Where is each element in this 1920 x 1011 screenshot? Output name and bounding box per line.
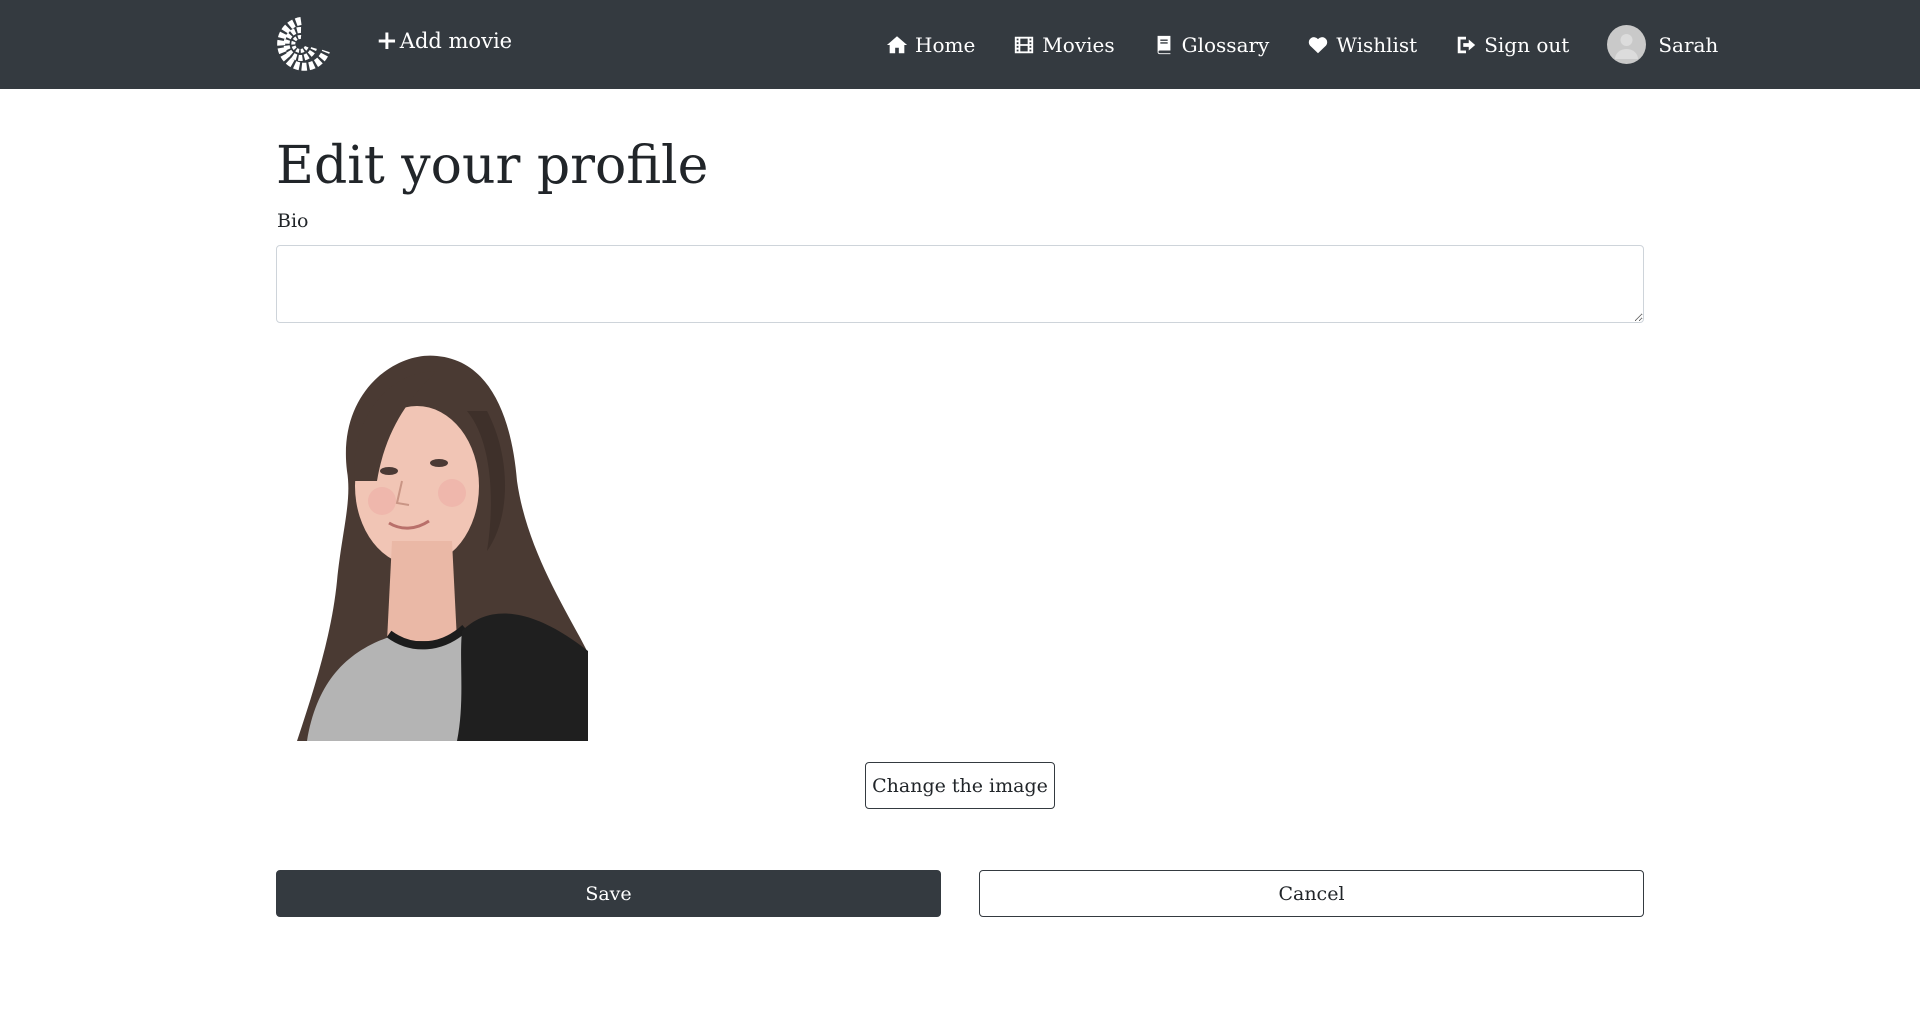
- nav-movies[interactable]: Movies: [1013, 32, 1115, 57]
- nav-wishlist[interactable]: Wishlist: [1307, 33, 1417, 57]
- nav-glossary-label: Glossary: [1181, 32, 1270, 57]
- change-image-button[interactable]: Change the image: [865, 762, 1055, 809]
- nav-sign-out[interactable]: Sign out: [1455, 33, 1569, 57]
- nav-home-label: Home: [915, 32, 976, 57]
- add-movie-label: Add movie: [399, 29, 513, 53]
- profile-photo: [277, 351, 588, 741]
- bio-input[interactable]: [276, 245, 1644, 323]
- cancel-button[interactable]: Cancel: [979, 870, 1644, 917]
- logo-icon[interactable]: [266, 15, 336, 73]
- navbar: + Add movie Home Movies Glossary Wishlis…: [0, 0, 1920, 89]
- nav-home[interactable]: Home: [886, 33, 975, 57]
- save-button[interactable]: Save: [276, 870, 941, 917]
- book-icon: [1157, 35, 1171, 54]
- avatar: [1607, 25, 1647, 64]
- add-movie-link[interactable]: + Add movie: [376, 28, 512, 54]
- user-name: Sarah: [1658, 32, 1719, 57]
- nav-glossary[interactable]: Glossary: [1153, 32, 1270, 57]
- nav-wishlist-label: Wishlist: [1336, 32, 1418, 57]
- home-icon: [886, 35, 908, 53]
- nav-links: Home Movies Glossary Wishlist Sign out S…: [886, 0, 1718, 89]
- bio-label: Bio: [277, 210, 309, 232]
- heart-icon: [1309, 36, 1328, 53]
- sign-out-icon: [1457, 36, 1476, 53]
- nav-movies-label: Movies: [1042, 32, 1115, 57]
- film-icon: [1015, 36, 1034, 53]
- user-menu[interactable]: Sarah: [1607, 25, 1718, 64]
- page-title: Edit your profile: [276, 136, 709, 196]
- nav-sign-out-label: Sign out: [1484, 32, 1570, 57]
- plus-icon: +: [376, 26, 398, 56]
